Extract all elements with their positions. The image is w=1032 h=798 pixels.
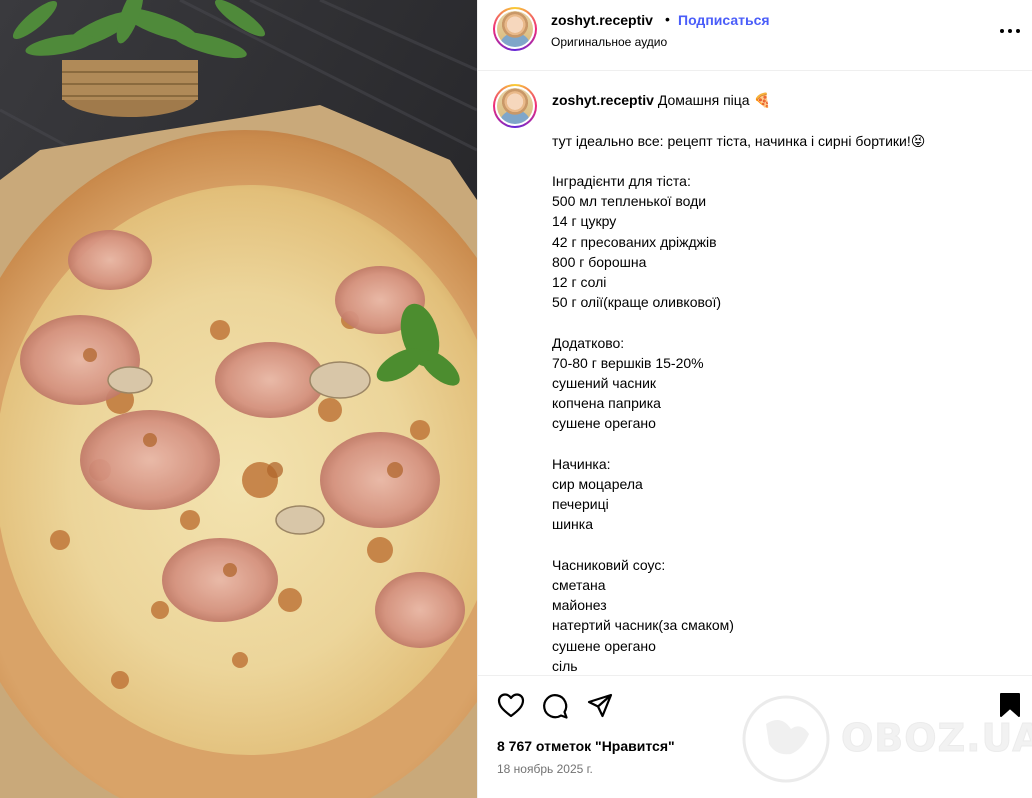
share-icon[interactable] — [586, 692, 614, 725]
caption-line: Інградієнти для тіста: — [552, 172, 691, 189]
caption-line: Начинка: — [552, 455, 611, 472]
post-header: zoshyt.receptiv • Подписаться Оригинальн… — [478, 0, 1032, 71]
post-actions: 8 767 отметок "Нравится" 18 ноябрь 2025 … — [478, 675, 1032, 798]
caption-line: тут ідеально все: рецепт тіста, начинка … — [552, 132, 926, 149]
caption-line: 800 г борошна — [552, 253, 647, 270]
author-username[interactable]: zoshyt.receptiv — [551, 12, 653, 28]
caption-line: шинка — [552, 516, 594, 533]
post-date[interactable]: 18 ноябрь 2025 г. — [497, 762, 593, 776]
caption-line: копчена паприка — [552, 395, 661, 412]
caption-line: 70-80 г вершків 15-20% — [552, 354, 704, 371]
caption-line: Додатково: — [552, 334, 625, 351]
heart-icon[interactable] — [497, 692, 525, 723]
caption-title-line: zoshyt.receptiv Домашня піца 🍕 — [552, 90, 771, 110]
post-media[interactable] — [0, 0, 477, 798]
follow-button[interactable]: Подписаться — [678, 12, 770, 28]
caption-title: Домашня піца — [657, 92, 750, 108]
pizza-photo — [0, 0, 477, 798]
audio-label[interactable]: Оригинальное аудио — [551, 35, 667, 49]
caption-line: 50 г олії(краще оливкової) — [552, 294, 722, 311]
caption-line: сушене орегано — [552, 415, 656, 432]
bookmark-icon[interactable] — [999, 692, 1021, 723]
caption-line: натертий часник(за смаком) — [552, 617, 734, 634]
caption-line: печериці — [552, 496, 609, 513]
header-separator: • — [665, 11, 670, 27]
caption-line: 14 г цукру — [552, 213, 617, 230]
likes-count[interactable]: 8 767 отметок "Нравится" — [497, 738, 675, 754]
caption-username[interactable]: zoshyt.receptiv — [552, 92, 654, 108]
pizza-emoji-icon: 🍕 — [753, 92, 771, 108]
caption-line: майонез — [552, 597, 607, 614]
caption-line: 12 г солі — [552, 273, 607, 290]
post-details-panel: zoshyt.receptiv • Подписаться Оригинальн… — [477, 0, 1032, 798]
caption-line: сметана — [552, 576, 606, 593]
author-avatar[interactable] — [493, 7, 537, 51]
caption-line: сушене орегано — [552, 637, 656, 654]
caption-line: сир моцарела — [552, 475, 643, 492]
caption-area: zoshyt.receptiv Домашня піца 🍕 тут ідеал… — [478, 72, 1032, 675]
caption-line: Часниковий соус: — [552, 556, 666, 573]
caption-line: 500 мл тепленької води — [552, 193, 707, 210]
more-options-icon[interactable] — [999, 21, 1021, 39]
caption-line: сіль — [552, 657, 578, 674]
caption-avatar[interactable] — [493, 84, 537, 128]
comment-icon[interactable] — [541, 692, 569, 725]
caption-line: сушений часник — [552, 374, 657, 391]
caption-line: 42 г пресованих дріжджів — [552, 233, 717, 250]
